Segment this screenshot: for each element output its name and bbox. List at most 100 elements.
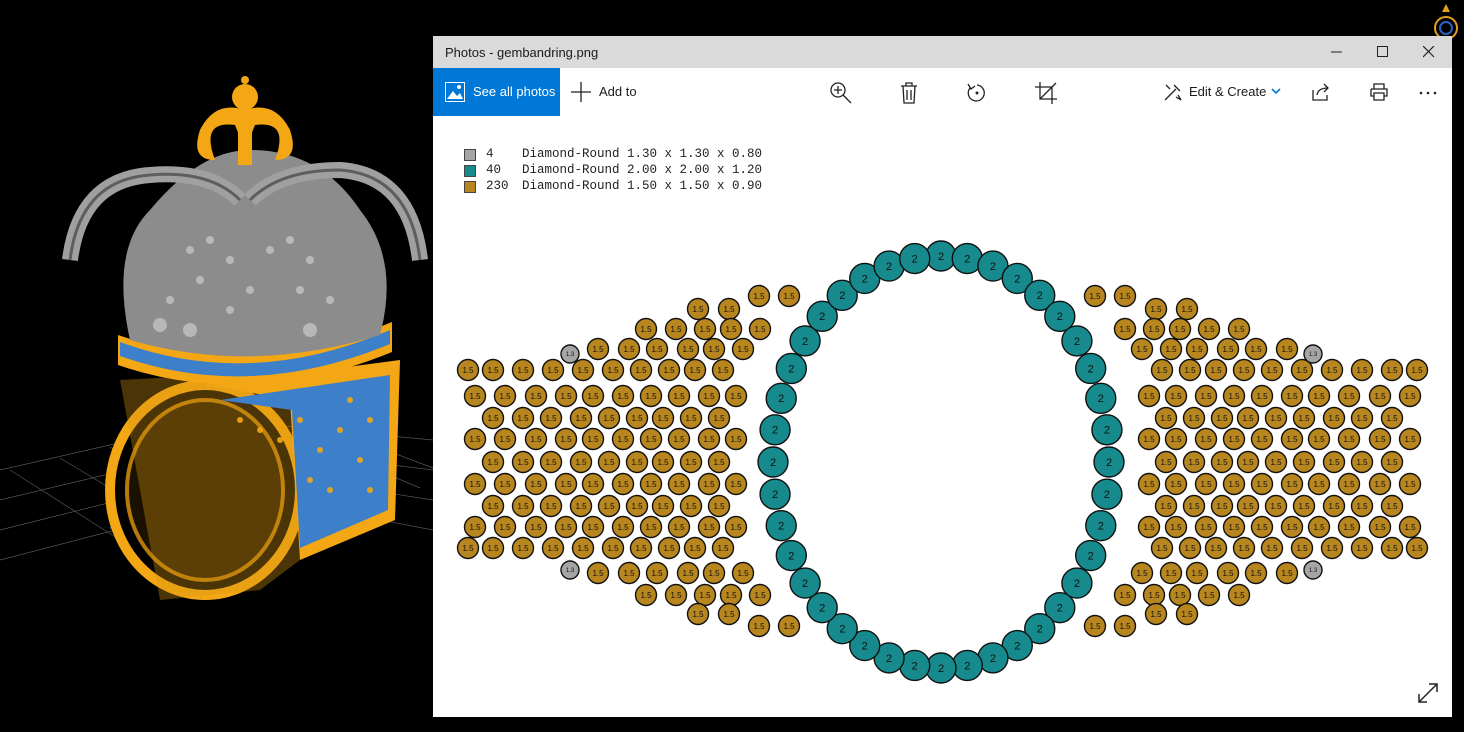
gem-stone: 1.5 [569, 406, 593, 430]
gem-stone: 1.5 [569, 494, 593, 518]
svg-text:1.5: 1.5 [603, 458, 615, 467]
svg-text:2: 2 [802, 336, 808, 348]
svg-text:1.5: 1.5 [517, 414, 529, 423]
gem-stone: 1.5 [747, 614, 771, 638]
svg-text:1.5: 1.5 [499, 523, 511, 532]
svg-text:2: 2 [1104, 425, 1110, 437]
gem-stone: 1.5 [597, 450, 621, 474]
svg-text:1.5: 1.5 [692, 305, 704, 314]
gem-stone: 1.5 [541, 536, 565, 560]
title-bar[interactable]: Photos - gembandring.png [433, 36, 1452, 68]
svg-text:1.5: 1.5 [575, 502, 587, 511]
gem-stone: 1.5 [597, 494, 621, 518]
svg-text:1.5: 1.5 [607, 366, 619, 375]
gem-stone: 1.5 [634, 583, 658, 607]
svg-text:1.5: 1.5 [1270, 458, 1282, 467]
gem-stone: 1.5 [625, 450, 649, 474]
svg-text:2: 2 [862, 273, 868, 285]
gem-stone: 1.5 [581, 427, 605, 451]
svg-text:1.5: 1.5 [1181, 610, 1193, 619]
print-button[interactable] [1370, 68, 1390, 116]
gem-stone: 1.5 [1222, 427, 1246, 451]
gem-stone: 1.5 [581, 472, 605, 496]
gem-stone: 1.5 [1337, 515, 1361, 539]
gem-stone: 2 [899, 242, 931, 275]
gem-stone: 1.3 [560, 344, 580, 364]
svg-text:1.5: 1.5 [1222, 345, 1234, 354]
svg-text:1.5: 1.5 [1228, 435, 1240, 444]
svg-text:1.5: 1.5 [1256, 392, 1268, 401]
crop-button[interactable] [1035, 68, 1057, 116]
more-button[interactable] [1419, 68, 1439, 116]
gem-stone: 1.5 [1398, 472, 1422, 496]
gem-stone: 1.5 [511, 536, 535, 560]
svg-text:1.3: 1.3 [566, 568, 575, 574]
gem-stone: 1.5 [1194, 472, 1218, 496]
svg-text:1.5: 1.5 [685, 458, 697, 467]
zoom-button[interactable] [830, 68, 852, 116]
see-all-photos-label: See all photos [473, 84, 556, 99]
svg-text:1.5: 1.5 [670, 325, 682, 334]
svg-text:1.5: 1.5 [587, 523, 599, 532]
ring-model[interactable] [62, 76, 428, 600]
gem-stone: 1.5 [1130, 561, 1154, 585]
maximize-button[interactable] [1360, 36, 1406, 68]
rotate-button[interactable] [966, 68, 988, 116]
add-to-button[interactable]: Add to [571, 68, 641, 116]
gem-stone: 1.5 [1168, 583, 1192, 607]
gem-stone: 1.5 [645, 561, 669, 585]
gem-stone: 1.5 [667, 384, 691, 408]
svg-text:1.5: 1.5 [1374, 523, 1386, 532]
gem-stone: 1.5 [1280, 472, 1304, 496]
gem-stone: 1.5 [1182, 406, 1206, 430]
gem-stone: 2 [1085, 382, 1117, 415]
svg-text:1.5: 1.5 [1298, 458, 1310, 467]
gem-stone: 1.5 [1178, 536, 1202, 560]
svg-text:1.5: 1.5 [708, 569, 720, 578]
gem-stone: 1.5 [717, 602, 741, 626]
svg-text:1.5: 1.5 [1119, 622, 1131, 631]
svg-text:1.5: 1.5 [1386, 502, 1398, 511]
svg-text:2: 2 [1106, 457, 1112, 469]
svg-text:1.5: 1.5 [1404, 392, 1416, 401]
gem-stone: 1.5 [676, 337, 700, 361]
gem-stone: 2 [775, 539, 808, 572]
gem-layout-image: 2 2 2 2 2 2 2 2 2 2 2 2 2 2 2 2 2 2 2 2 2 2 2 2 2 2 2 2 2 2 2 2 2 2 2 2 2 2 2 2… [456, 240, 1429, 684]
gem-stone: 1.5 [1260, 536, 1284, 560]
gem-stone: 1.5 [1236, 406, 1260, 430]
gem-stone: 2 [759, 414, 791, 446]
svg-text:1.5: 1.5 [587, 480, 599, 489]
svg-text:1.5: 1.5 [1386, 366, 1398, 375]
gem-stone: 1.5 [1150, 358, 1174, 382]
svg-text:2: 2 [839, 290, 845, 302]
svg-text:1.5: 1.5 [1266, 544, 1278, 553]
fullscreen-expand-icon[interactable] [1417, 682, 1439, 704]
svg-text:1.5: 1.5 [623, 569, 635, 578]
svg-text:1.5: 1.5 [1326, 544, 1338, 553]
minimize-button[interactable] [1314, 36, 1360, 68]
close-button[interactable] [1406, 36, 1452, 68]
svg-text:2: 2 [772, 425, 778, 437]
gem-stone: 1.5 [463, 515, 487, 539]
gem-stone: 1.5 [1159, 561, 1183, 585]
svg-text:1.5: 1.5 [673, 392, 685, 401]
svg-text:2: 2 [1074, 578, 1080, 590]
edit-create-button[interactable]: Edit & Create [1164, 68, 1282, 116]
gem-stone: 2 [1091, 478, 1123, 510]
gem-stone: 1.5 [1175, 297, 1199, 321]
svg-text:1.5: 1.5 [1238, 544, 1250, 553]
share-button[interactable] [1312, 68, 1332, 116]
gem-stone: 1.5 [629, 536, 653, 560]
gem-stone: 1.5 [1159, 337, 1183, 361]
gem-stone: 1.5 [1292, 406, 1316, 430]
svg-text:1.5: 1.5 [1250, 569, 1262, 578]
gem-stone: 1.5 [1168, 317, 1192, 341]
see-all-photos-button[interactable]: See all photos [433, 68, 560, 116]
gem-stone: 1.5 [777, 614, 801, 638]
gem-stone: 1.5 [481, 450, 505, 474]
delete-button[interactable] [900, 68, 920, 116]
gem-stone: 1.5 [1236, 450, 1260, 474]
svg-text:1.5: 1.5 [1411, 544, 1423, 553]
svg-text:1.5: 1.5 [1160, 458, 1172, 467]
gem-stone: 1.5 [1154, 450, 1178, 474]
